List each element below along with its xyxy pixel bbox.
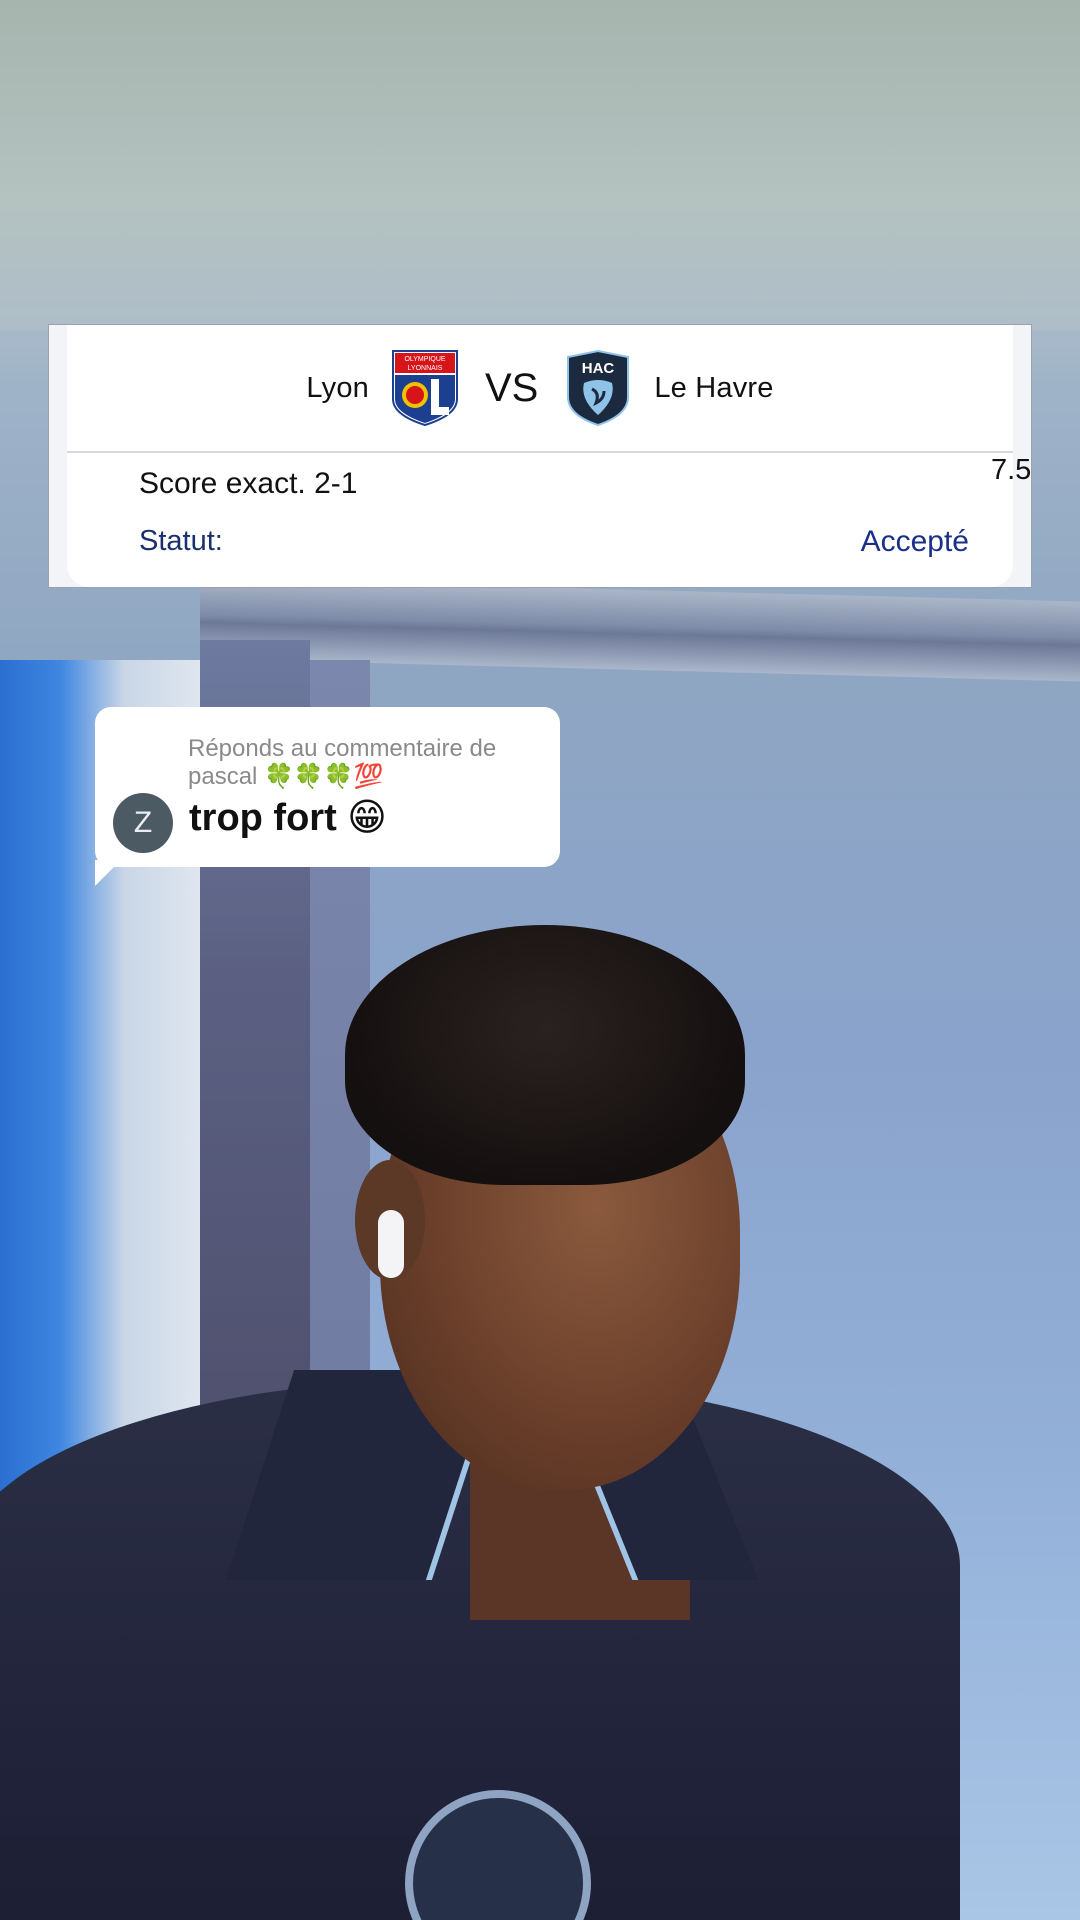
reply-sticker-tail — [95, 860, 121, 886]
hac-crest-icon: HAC — [567, 349, 630, 427]
earbud — [378, 1210, 404, 1278]
reply-header: Réponds au commentaire de pascal 🍀🍀🍀💯 — [188, 735, 497, 790]
bet-card-body: Lyon OLYMPIQUE LYONNAIS VS HAC Le Havre … — [67, 325, 1031, 587]
hac-crest-text: HAC — [582, 360, 615, 377]
background-wall-top — [0, 0, 1080, 330]
olympique-lyonnais-crest-icon: OLYMPIQUE LYONNAIS — [391, 350, 458, 427]
person-hair — [345, 925, 745, 1185]
crest-text-bottom: LYONNAIS — [408, 365, 443, 372]
home-team-name: Lyon — [306, 371, 369, 404]
comment-reply-sticker[interactable]: Réponds au commentaire de pascal 🍀🍀🍀💯 Z … — [95, 707, 560, 867]
status-badge: Accepté — [860, 525, 969, 558]
status-label: Statut: — [139, 525, 223, 557]
vs-separator: VS — [484, 365, 539, 410]
bet-odds: 7.5 — [991, 454, 1032, 486]
comment-text: trop fort 😁 — [189, 797, 387, 839]
avatar[interactable]: Z — [113, 793, 173, 853]
bet-card[interactable]: Lyon OLYMPIQUE LYONNAIS VS HAC Le Havre … — [48, 324, 1032, 588]
crest-text-top: OLYMPIQUE — [404, 356, 445, 363]
bet-selection: Score exact. 2-1 — [139, 467, 358, 500]
match-row: Lyon OLYMPIQUE LYONNAIS VS HAC Le Havre — [67, 325, 1013, 453]
video-frame: Lyon OLYMPIQUE LYONNAIS VS HAC Le Havre … — [0, 0, 1080, 1920]
away-team-name: Le Havre — [654, 371, 774, 404]
